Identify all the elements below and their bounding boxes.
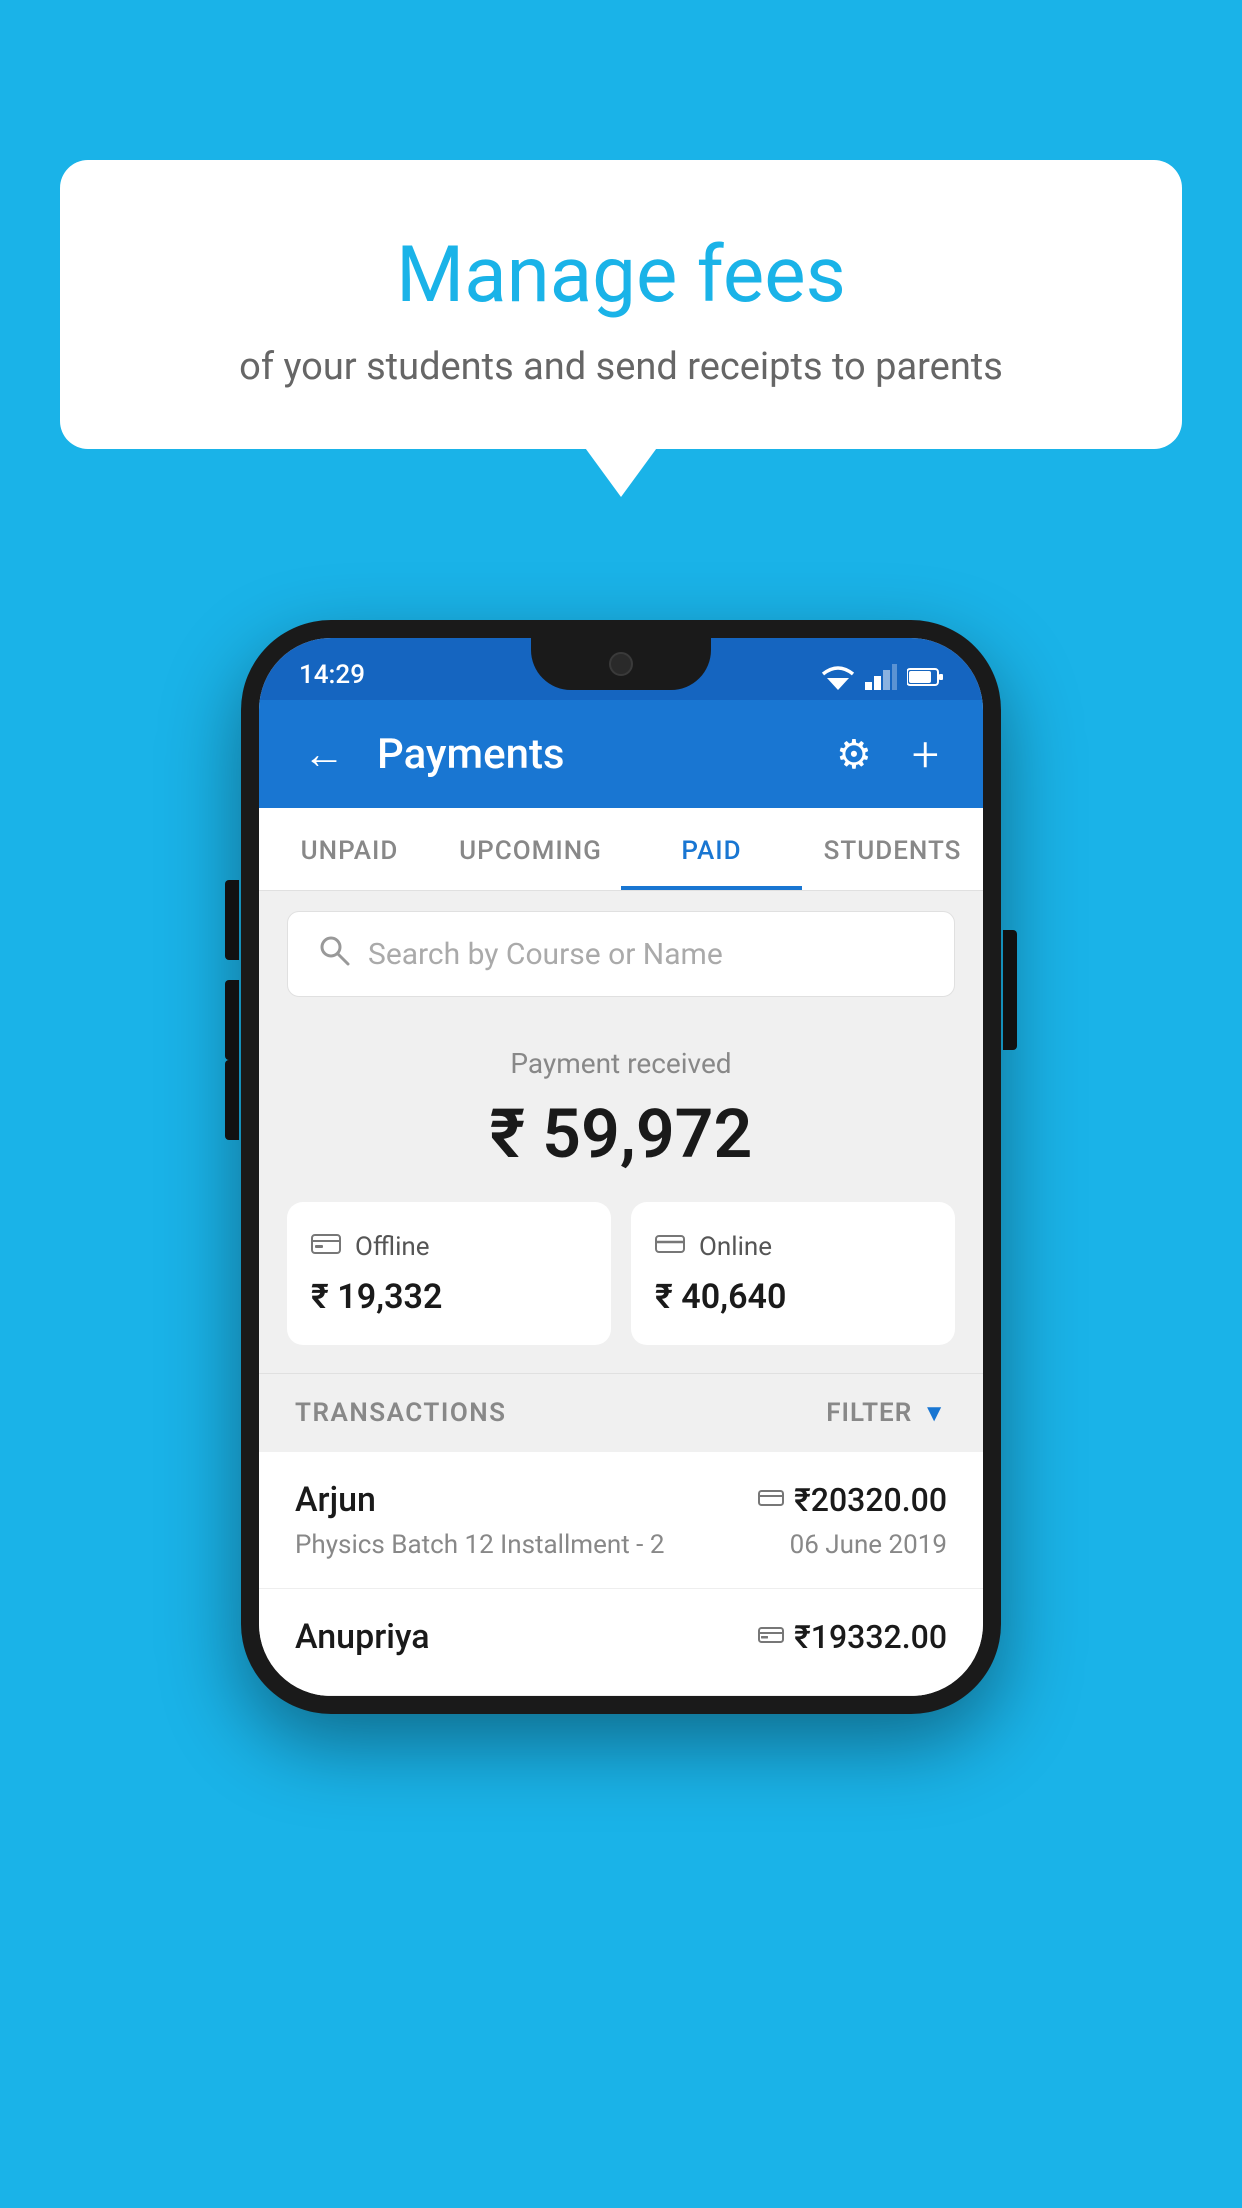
transaction-amount-value-2: ₹19332.00 (794, 1618, 947, 1656)
transaction-top: Arjun ₹20320.00 (295, 1480, 947, 1520)
tab-upcoming[interactable]: UPCOMING (440, 808, 621, 890)
bubble-subtitle: of your students and send receipts to pa… (140, 345, 1102, 389)
bubble-title: Manage fees (140, 230, 1102, 321)
status-time: 14:29 (299, 660, 365, 690)
payment-total-amount: ₹ 59,972 (287, 1094, 955, 1174)
filter-label: FILTER (826, 1398, 912, 1428)
battery-icon (907, 667, 943, 687)
add-button[interactable]: + (904, 718, 947, 791)
payment-summary: Payment received ₹ 59,972 (259, 1017, 983, 1373)
phone-notch (531, 638, 711, 690)
phone-outer: 14:29 (241, 620, 1001, 1714)
transaction-amount-value: ₹20320.00 (794, 1481, 947, 1519)
offline-card: Offline ₹ 19,332 (287, 1202, 611, 1345)
tab-paid[interactable]: PAID (621, 808, 802, 890)
phone-mockup: 14:29 (241, 620, 1001, 1714)
phone-screen: 14:29 (259, 638, 983, 1696)
payment-cards: Offline ₹ 19,332 Online (287, 1202, 955, 1345)
app-bar: ← Payments ⚙ + (259, 700, 983, 808)
online-card-header: Online (655, 1230, 931, 1263)
search-bar[interactable]: Search by Course or Name (287, 911, 955, 997)
transaction-name: Arjun (295, 1480, 376, 1520)
online-icon (655, 1230, 685, 1263)
signal-icon (865, 664, 897, 690)
filter-icon: ▼ (922, 1399, 947, 1428)
transaction-row[interactable]: Arjun ₹20320.00 Physics Batch 12 Install… (259, 1452, 983, 1589)
payment-type-icon-offline (758, 1622, 784, 1652)
online-label: Online (699, 1232, 772, 1262)
wifi-icon (821, 664, 855, 690)
speech-bubble: Manage fees of your students and send re… (60, 160, 1182, 449)
transactions-label: TRANSACTIONS (295, 1398, 507, 1428)
transaction-bottom: Physics Batch 12 Installment - 2 06 June… (295, 1530, 947, 1560)
back-button[interactable]: ← (295, 722, 353, 787)
search-placeholder: Search by Course or Name (368, 937, 723, 972)
tab-students[interactable]: STUDENTS (802, 808, 983, 890)
search-container: Search by Course or Name (259, 891, 983, 1017)
transaction-top: Anupriya ₹19332.00 (295, 1617, 947, 1657)
transaction-row[interactable]: Anupriya ₹19332.00 (259, 1589, 983, 1696)
online-amount: ₹ 40,640 (655, 1277, 931, 1317)
status-icons (821, 664, 943, 690)
search-icon (318, 934, 350, 974)
offline-label: Offline (355, 1232, 430, 1262)
transaction-amount: ₹20320.00 (758, 1481, 947, 1519)
online-card: Online ₹ 40,640 (631, 1202, 955, 1345)
transactions-header: TRANSACTIONS FILTER ▼ (259, 1373, 983, 1452)
offline-icon (311, 1230, 341, 1263)
tabs: UNPAID UPCOMING PAID STUDENTS (259, 808, 983, 891)
front-camera (609, 652, 633, 676)
payment-type-icon (758, 1485, 784, 1515)
tab-unpaid[interactable]: UNPAID (259, 808, 440, 890)
speech-bubble-container: Manage fees of your students and send re… (60, 160, 1182, 449)
transaction-name: Anupriya (295, 1617, 430, 1657)
app-title: Payments (377, 730, 804, 779)
payment-received-label: Payment received (287, 1047, 955, 1080)
filter-button[interactable]: FILTER ▼ (826, 1398, 947, 1428)
offline-card-header: Offline (311, 1230, 587, 1263)
transaction-description: Physics Batch 12 Installment - 2 (295, 1530, 664, 1560)
transaction-date: 06 June 2019 (790, 1530, 947, 1560)
offline-amount: ₹ 19,332 (311, 1277, 587, 1317)
settings-button[interactable]: ⚙ (828, 723, 880, 786)
transaction-amount: ₹19332.00 (758, 1618, 947, 1656)
